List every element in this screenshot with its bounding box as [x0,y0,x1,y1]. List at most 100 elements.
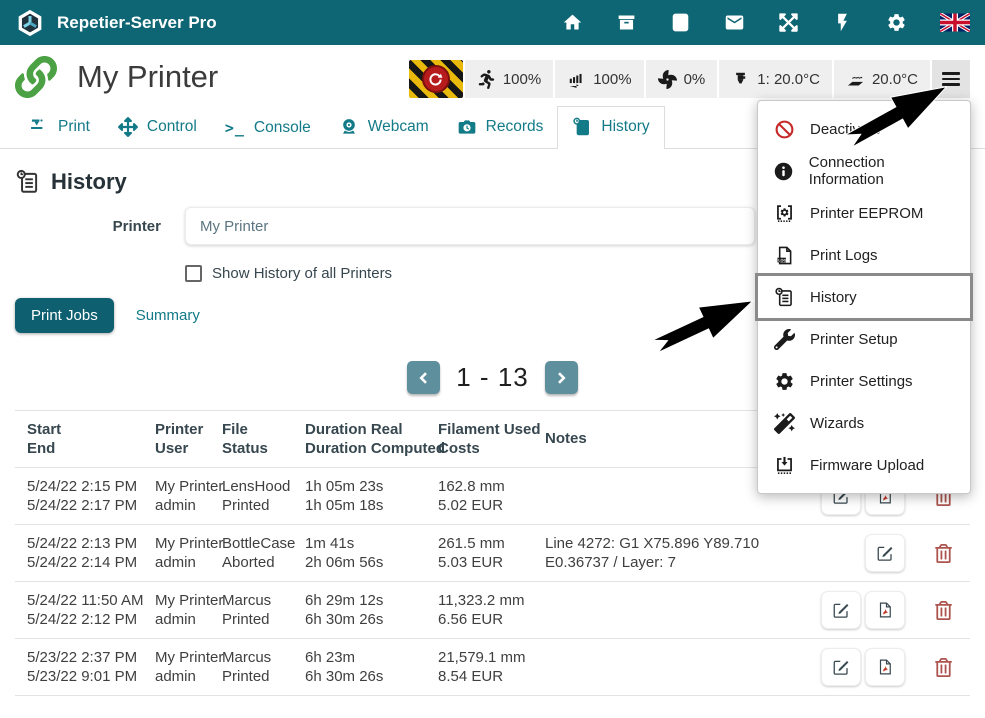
fan-status[interactable]: 0% [644,60,718,98]
speed-status[interactable]: 100% [463,60,553,98]
flow-status[interactable]: 100% [553,60,643,98]
pdf-report-button[interactable] [865,591,905,629]
menu-item-printer-setup[interactable]: Printer Setup [758,318,970,360]
printer-context-menu: Deactivate Connection Information Printe… [757,100,971,494]
menu-item-connection-information[interactable]: Connection Information [758,150,970,192]
printer-select-value: My Printer [200,218,268,235]
trash-icon [935,544,952,563]
menu-item-printer-settings[interactable]: Printer Settings [758,360,970,402]
svg-text:LOG: LOG [778,258,786,262]
printer-status-toolbar: 100% 100% 0% 1: 20.0°C 20.0°C [409,60,970,98]
edit-icon [832,658,850,676]
extruder-value: 1: 20.0°C [757,71,820,88]
summary-tab[interactable]: Summary [136,307,200,324]
repetier-server-app: Repetier-Server Pro My Printer [0,0,985,718]
expand-arrows-icon[interactable] [778,12,799,33]
mail-icon[interactable] [724,12,745,33]
tablet-icon[interactable] [670,12,691,33]
tab-records[interactable]: Records [443,107,558,148]
extruder-status[interactable]: 1: 20.0°C [717,60,832,98]
status-segments: 100% 100% 0% 1: 20.0°C 20.0°C [463,60,930,98]
menu-item-print-logs[interactable]: LOG Print Logs [758,234,970,276]
delete-entry-button[interactable] [935,658,952,677]
next-page-button[interactable] [545,361,578,394]
table-row: 5/23/22 2:37 PM5/23/22 9:01 PM My Printe… [15,639,970,696]
tab-webcam-label: Webcam [368,118,429,136]
bolt-icon[interactable] [832,12,853,33]
printer-select[interactable]: My Printer [185,207,755,245]
ban-icon [774,119,795,140]
brand-name: Repetier-Server Pro [57,13,217,33]
delete-entry-button[interactable] [935,601,952,620]
firmware-chip-icon [774,455,795,476]
webcam-icon [339,117,359,137]
flow-bars-icon [567,70,586,89]
print-icon [29,117,49,137]
extruder-icon [731,70,750,89]
emergency-stop-icon [422,65,450,93]
top-navbar: Repetier-Server Pro [0,0,985,45]
show-all-printers-checkbox[interactable] [185,265,202,282]
pdf-report-button[interactable] [865,648,905,686]
log-file-icon: LOG [774,245,795,266]
history-heading-label: History [51,169,127,195]
connected-link-icon [15,56,57,98]
tab-history[interactable]: History [557,106,664,149]
printer-menu-button[interactable] [930,60,970,98]
pdf-file-icon [876,658,894,676]
archive-box-icon[interactable] [616,12,637,33]
console-icon: >_ [225,119,245,137]
menu-item-deactivate[interactable]: Deactivate [758,108,970,150]
tab-control-label: Control [147,118,197,136]
edit-note-button[interactable] [865,534,905,572]
menu-item-printer-eeprom[interactable]: Printer EEPROM [758,192,970,234]
history-clipboard-icon [15,169,41,195]
page-title: My Printer [77,59,218,95]
gear-icon[interactable] [886,12,907,33]
speed-runner-icon [477,70,496,89]
repetier-logo-icon [15,8,45,38]
gear-icon [774,371,795,392]
bed-value: 20.0°C [872,71,918,88]
table-row: 5/24/22 2:13 PM5/24/22 2:14 PM My Printe… [15,525,970,582]
speed-value: 100% [503,71,541,88]
previous-page-button[interactable] [407,361,440,394]
fan-icon [658,70,677,89]
bed-status[interactable]: 20.0°C [832,60,930,98]
fan-value: 0% [684,71,706,88]
magic-wand-icon [774,413,795,434]
edit-icon [832,601,850,619]
edit-icon [876,544,894,562]
history-clipboard-icon [774,287,795,308]
pdf-file-icon [876,601,894,619]
eeprom-chip-icon [774,203,795,224]
menu-item-wizards[interactable]: Wizards [758,402,970,444]
menu-item-history[interactable]: History [758,276,970,318]
tab-console[interactable]: >_ Console [211,109,325,148]
print-jobs-button[interactable]: Print Jobs [15,298,114,333]
heated-bed-icon [846,70,865,89]
tab-records-label: Records [486,118,544,136]
edit-note-button[interactable] [821,648,861,686]
tab-print-label: Print [58,118,90,136]
delete-entry-button[interactable] [935,544,952,563]
table-row: 5/24/22 11:50 AM5/24/22 2:12 PM My Print… [15,582,970,639]
wrench-icon [774,329,795,350]
tab-control[interactable]: Control [104,107,211,148]
trash-icon [935,601,952,620]
brand[interactable]: Repetier-Server Pro [15,8,217,38]
home-icon[interactable] [562,12,583,33]
tab-webcam[interactable]: Webcam [325,107,443,148]
emergency-stop-button[interactable] [409,60,463,98]
history-clipboard-icon [572,117,592,137]
tab-console-label: Console [254,119,311,137]
menu-item-firmware-upload[interactable]: Firmware Upload [758,444,970,486]
printer-select-label: Printer [15,218,185,235]
chevron-left-icon [416,370,432,386]
uk-flag-icon[interactable] [940,13,970,32]
show-all-printers-label: Show History of all Printers [212,265,392,282]
tab-print[interactable]: Print [15,107,104,148]
records-camera-icon [457,117,477,137]
pagination-range: 1 - 13 [456,362,529,393]
edit-note-button[interactable] [821,591,861,629]
